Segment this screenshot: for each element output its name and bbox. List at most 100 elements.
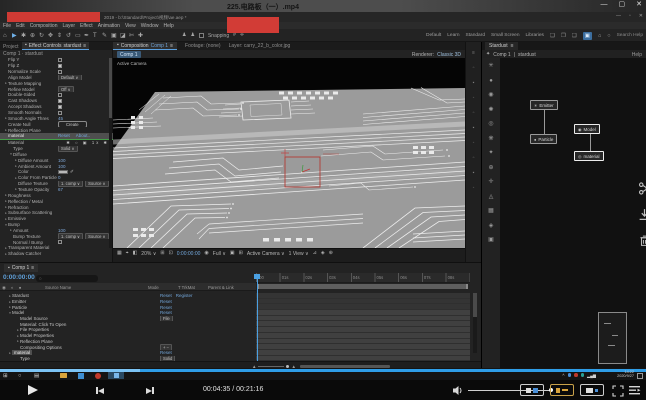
trash-icon[interactable] [638, 234, 646, 249]
timeline-timecode[interactable]: 0:00:00:00 [3, 274, 35, 281]
collapsed-panel-tab[interactable]: ◦ [473, 185, 475, 191]
menu-effect[interactable]: Effect [80, 23, 93, 29]
collapsed-panel-tab[interactable]: ≡ [472, 50, 475, 56]
section-icons[interactable]: ✱ ○ ▣ 1x ✱ [66, 140, 109, 145]
checkbox[interactable] [58, 64, 62, 68]
menu-edit[interactable]: Edit [16, 23, 25, 29]
tab-footage[interactable]: Footage: (none) [185, 43, 221, 49]
box-tool-icon[interactable]: ▣ [488, 237, 494, 243]
taskbar-clock[interactable]: 14:22 2020/9/27 [617, 370, 634, 379]
player-aux-button-3[interactable] [580, 384, 604, 396]
search-help-input[interactable]: Search Help [617, 33, 643, 38]
viewport-toolbar-icon[interactable]: ▣ [230, 251, 235, 256]
mask-icon[interactable]: ▭ [75, 32, 81, 39]
people-icon[interactable]: ♟ [190, 33, 194, 38]
node-material[interactable]: ◎material [574, 151, 604, 161]
cone-tool-icon[interactable]: ◬ [489, 194, 494, 200]
link-reset[interactable]: Reset [58, 133, 70, 138]
collapsed-panel-tab[interactable]: ◦ [473, 95, 475, 101]
work-area-bar[interactable] [257, 284, 468, 289]
network-icon[interactable]: ▂▄▆ [587, 373, 596, 378]
property-value[interactable]: 100 [58, 164, 66, 169]
panel-menu-icon[interactable]: ≡ [31, 265, 34, 271]
grid-tool-icon[interactable]: ▦ [488, 208, 494, 214]
viewport-canvas[interactable]: Active Camera [113, 58, 465, 248]
collapsed-panel-tab[interactable]: ▫ [473, 65, 475, 71]
checkbox[interactable] [58, 240, 62, 244]
tab-project[interactable]: Project [3, 44, 19, 50]
snap-icon[interactable]: # [233, 33, 236, 38]
zoom-icon[interactable]: ⊕ [30, 32, 36, 39]
player-aux-button-2[interactable] [550, 384, 574, 396]
panel-menu-icon[interactable]: ≡ [83, 43, 86, 49]
viewport-toolbar-icon[interactable]: ◈ [321, 251, 325, 256]
download-icon[interactable] [638, 208, 646, 223]
node-particle[interactable]: ●Particle [530, 134, 557, 144]
viewport-toolbar-icon[interactable]: ⊞ [160, 251, 164, 256]
tab-effect-controls[interactable]: ▪ Effect Controls stardust ≡ [22, 42, 89, 50]
menu-view[interactable]: View [125, 23, 136, 29]
pan-camera-icon[interactable]: ✥ [48, 32, 54, 39]
add-tool-icon[interactable]: ⊕ [488, 165, 493, 171]
menu-animation[interactable]: Animation [98, 23, 120, 29]
search-circle-icon[interactable]: ○ [18, 373, 21, 379]
start-icon[interactable]: ⊞ [3, 373, 8, 379]
playhead[interactable] [257, 274, 258, 361]
collapsed-panel-tab[interactable]: ▪ [473, 80, 475, 86]
active-app-icon[interactable] [108, 372, 124, 379]
menu-help[interactable]: Help [163, 23, 173, 29]
collapsed-panel-tab[interactable]: ▫ [473, 110, 475, 116]
app-blue-icon[interactable] [78, 373, 84, 379]
property-value[interactable]: 0 [58, 175, 61, 180]
collapsed-panels-strip[interactable]: ≡▫▪◦▫▪◦▫▪◦ [465, 42, 481, 262]
app-red-icon[interactable] [95, 373, 101, 379]
share-nodes-icon[interactable] [638, 182, 646, 197]
explorer-icon[interactable] [60, 373, 67, 378]
column-header[interactable]: Parent & Link [208, 285, 234, 290]
clone-stamp-icon[interactable]: ▣ [111, 32, 117, 39]
view-layout-select[interactable]: 1 View ∨ [289, 251, 309, 257]
viewport-toolbar-icon[interactable]: ◉ [204, 251, 208, 256]
property-value[interactable]: 67 [58, 187, 63, 192]
next-button[interactable] [146, 387, 154, 394]
node-model[interactable]: ◉Model [574, 124, 600, 134]
comp-mini-tab[interactable]: Comp 1 [117, 51, 141, 58]
node-graph-canvas[interactable]: Ready ✳Emitter●Particle◉Model◎material [500, 58, 646, 368]
star-tool-icon[interactable]: ✦ [488, 150, 493, 156]
collapsed-panel-tab[interactable]: ▫ [473, 155, 475, 161]
workspace-icon-1[interactable]: ❏ [550, 33, 555, 39]
snapping-checkbox[interactable] [199, 33, 204, 38]
workspace-icon-2[interactable]: ❐ [561, 33, 566, 39]
tray-dot-red[interactable] [574, 373, 578, 377]
workspace-tab-libraries[interactable]: Libraries [526, 33, 544, 38]
collapsed-panel-tab[interactable]: ▪ [473, 125, 475, 131]
renderer-value[interactable]: Classic 3D [437, 52, 461, 58]
node-tool-strip[interactable]: ✳●◉✺◎❋✦⊕✛◬▦◈▣ [482, 58, 500, 368]
dolly-camera-icon[interactable]: ⇕ [57, 32, 63, 39]
type-icon[interactable]: T [93, 33, 99, 39]
shortcut-icon[interactable]: ⌂ [598, 33, 601, 39]
menu-layer[interactable]: Layer [62, 23, 75, 29]
link-register[interactable]: Register [176, 293, 193, 298]
color-swatch[interactable] [58, 170, 68, 174]
sphere-tool-icon[interactable]: ◉ [488, 92, 493, 98]
resolution-select[interactable]: Full ∨ [213, 251, 226, 257]
link-reset[interactable]: Reset [160, 305, 172, 310]
tray-dot-blue[interactable] [568, 373, 572, 377]
player-aux-button-1[interactable] [520, 384, 544, 396]
rotate-icon[interactable]: ↺ [66, 32, 72, 39]
column-header[interactable]: Source Name [45, 285, 71, 290]
tab-timeline-comp[interactable]: ▪ Comp 1 ≡ [4, 264, 38, 272]
burst-tool-icon[interactable]: ✺ [488, 107, 493, 113]
timeline-search-input[interactable]: ○ [36, 275, 98, 282]
viewport-toolbar-icon[interactable]: ⊡ [169, 251, 173, 256]
checkbox[interactable] [58, 70, 62, 74]
tab-layer[interactable]: Layer: carry_22_b_color.jpg [229, 43, 291, 49]
panel-menu-icon[interactable]: ≡ [170, 43, 173, 49]
play-button[interactable] [28, 385, 38, 395]
orbit-camera-icon[interactable]: ↻ [39, 32, 45, 39]
tab-composition[interactable]: ▪ Composition Comp 1 ≡ [113, 42, 177, 50]
tray-dot-teal[interactable] [581, 373, 585, 377]
system-tray[interactable]: ^ ▂▄▆ [562, 373, 596, 378]
minimize-icon[interactable]: — [601, 1, 608, 8]
